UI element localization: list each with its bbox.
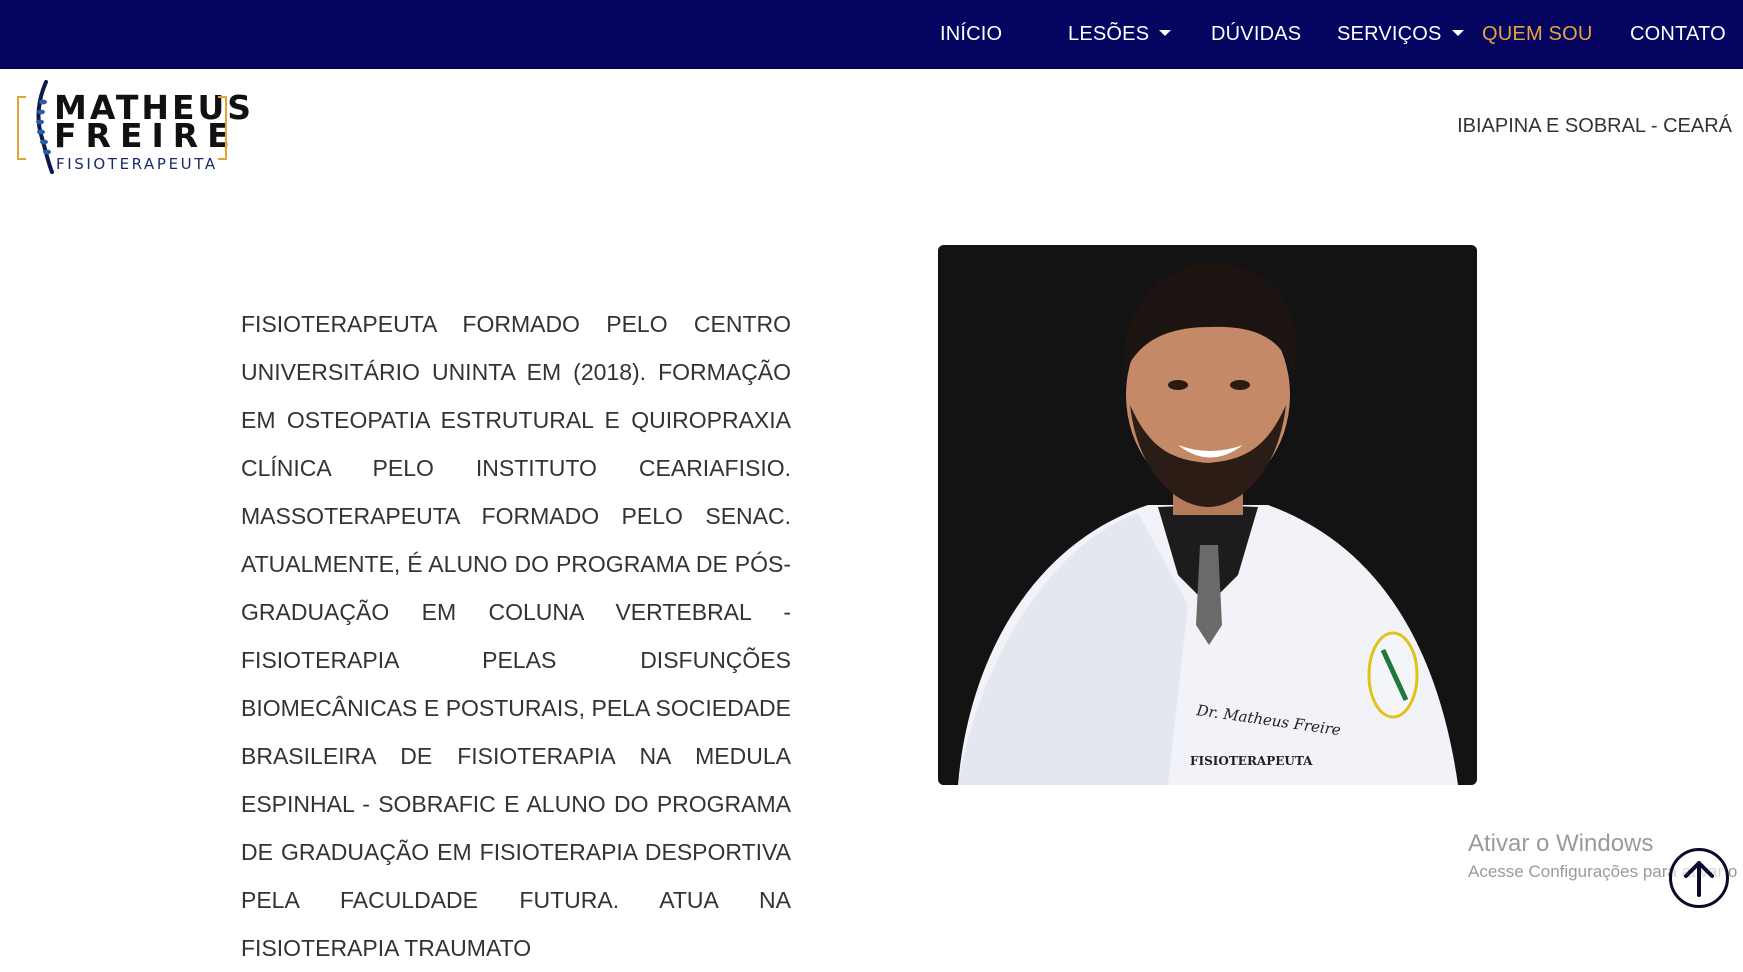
logo-bracket-right: [218, 96, 227, 160]
profile-photo: Dr. Matheus Freire FISIOTERAPEUTA: [938, 245, 1477, 785]
caret-down-icon: [1159, 29, 1172, 36]
arrow-up-circle-icon: [1684, 861, 1714, 897]
nav-label: INÍCIO: [940, 23, 1003, 45]
nav-label: SERVIÇOS: [1337, 23, 1442, 45]
brand-subtitle: FISIOTERAPEUTA: [56, 155, 218, 173]
brand-name-last: FREIRE: [54, 116, 239, 155]
nav-item-servicos[interactable]: SERVIÇOS: [1337, 0, 1464, 69]
nav-label: DÚVIDAS: [1211, 23, 1302, 45]
logo-bracket-left: [17, 96, 26, 160]
top-navbar: INÍCIO LESÕES DÚVIDAS SERVIÇOS QUEM SOU …: [0, 0, 1743, 69]
nav-item-lesoes[interactable]: LESÕES: [1068, 0, 1172, 69]
location-text: IBIAPINA E SOBRAL - CEARÁ: [1457, 115, 1732, 137]
nav-item-inicio[interactable]: INÍCIO: [940, 0, 1002, 69]
spine-icon: [36, 80, 54, 174]
coat-title: FISIOTERAPEUTA: [1190, 754, 1313, 768]
nav-item-quem-sou[interactable]: QUEM SOU: [1482, 0, 1593, 69]
nav-item-duvidas[interactable]: DÚVIDAS: [1211, 0, 1301, 69]
scroll-to-top-button[interactable]: [1669, 848, 1729, 908]
nav-item-contato[interactable]: CONTATO: [1630, 0, 1726, 69]
nav-label: CONTATO: [1630, 23, 1726, 45]
brand-logo[interactable]: MATHEUS FREIRE FISIOTERAPEUTA: [14, 78, 251, 176]
bio-paragraph: Fisioterapeuta formado pelo Centro Unive…: [241, 311, 791, 961]
nav-label: LESÕES: [1068, 23, 1150, 45]
nav-label: QUEM SOU: [1482, 23, 1593, 45]
caret-down-icon: [1451, 29, 1464, 36]
